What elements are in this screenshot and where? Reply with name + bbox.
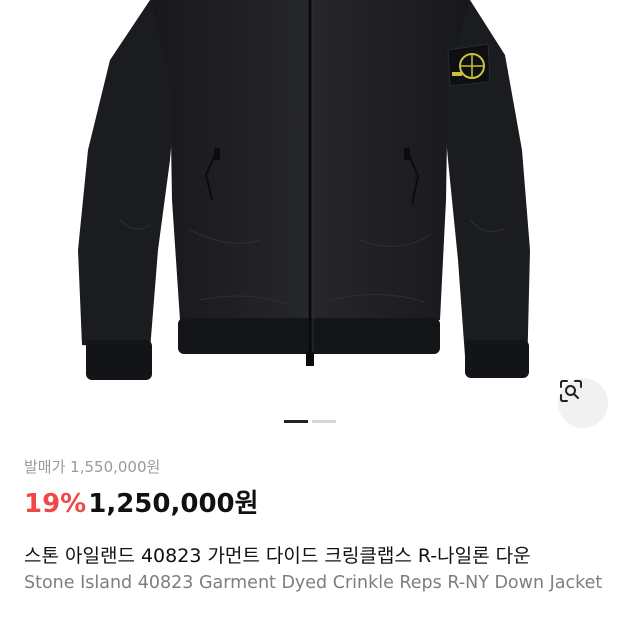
product-title-english: Stone Island 40823 Garment Dyed Crinkle … [24, 573, 603, 593]
product-image-area[interactable] [0, 0, 620, 440]
sale-price: 1,250,000원 [88, 489, 259, 519]
jacket-image [78, 0, 530, 380]
carousel-dot-active[interactable] [284, 420, 308, 423]
image-search-button[interactable] [558, 378, 608, 428]
carousel-indicator [284, 420, 336, 423]
image-search-icon [560, 380, 582, 402]
price-row: 19% 1,250,000원 [24, 483, 259, 520]
discount-rate: 19% [24, 489, 87, 519]
release-price: 발매가 1,550,000원 [24, 458, 161, 476]
arm-badge-icon [447, 43, 491, 87]
product-title-korean: 스톤 아일랜드 40823 가먼트 다이드 크링클랩스 R-나일론 다운 [24, 545, 531, 567]
carousel-dot[interactable] [312, 420, 336, 423]
